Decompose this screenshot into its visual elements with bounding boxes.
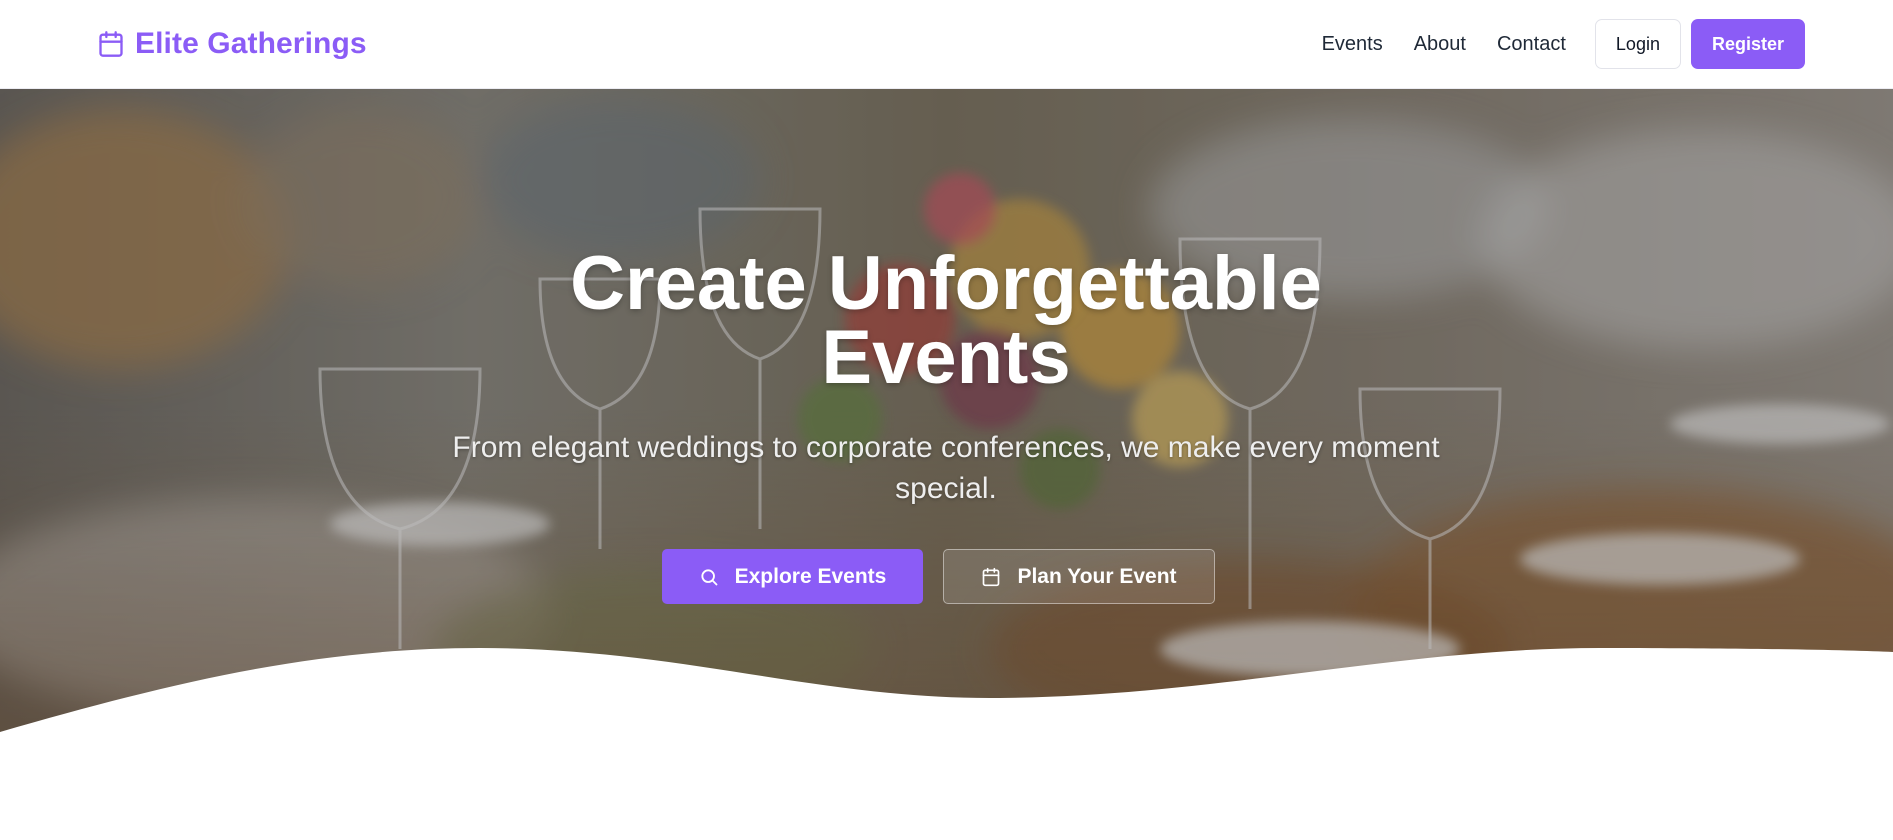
nav-link-events[interactable]: Events (1322, 33, 1383, 56)
hero-wave-divider (0, 648, 1893, 840)
nav-link-about[interactable]: About (1414, 33, 1466, 56)
nav-link-contact[interactable]: Contact (1497, 33, 1566, 56)
login-button[interactable]: Login (1594, 19, 1681, 69)
plan-your-event-label: Plan Your Event (1017, 564, 1177, 588)
hero-content: Create Unforgettable Events From elegant… (0, 89, 1893, 736)
calendar-icon (981, 567, 1001, 587)
brand-logo-link[interactable]: Elite Gatherings (97, 27, 367, 61)
hero-actions: Explore Events Plan Your Event (0, 549, 1893, 604)
calendar-icon (97, 30, 125, 58)
register-button[interactable]: Register (1690, 19, 1805, 69)
main-nav: Events About Contact Login Register (1322, 19, 1805, 69)
explore-events-button[interactable]: Explore Events (662, 549, 923, 604)
search-icon (699, 567, 719, 587)
explore-events-label: Explore Events (734, 564, 887, 588)
brand-name: Elite Gatherings (135, 27, 367, 60)
top-navbar: Elite Gatherings Events About Contact Lo… (0, 0, 1893, 89)
hero-title: Create Unforgettable Events (570, 241, 1322, 400)
hero-subtitle: From elegant weddings to corporate confe… (452, 431, 1440, 505)
hero-section: Create Unforgettable Events From elegant… (0, 89, 1893, 736)
plan-your-event-button[interactable]: Plan Your Event (943, 549, 1215, 604)
